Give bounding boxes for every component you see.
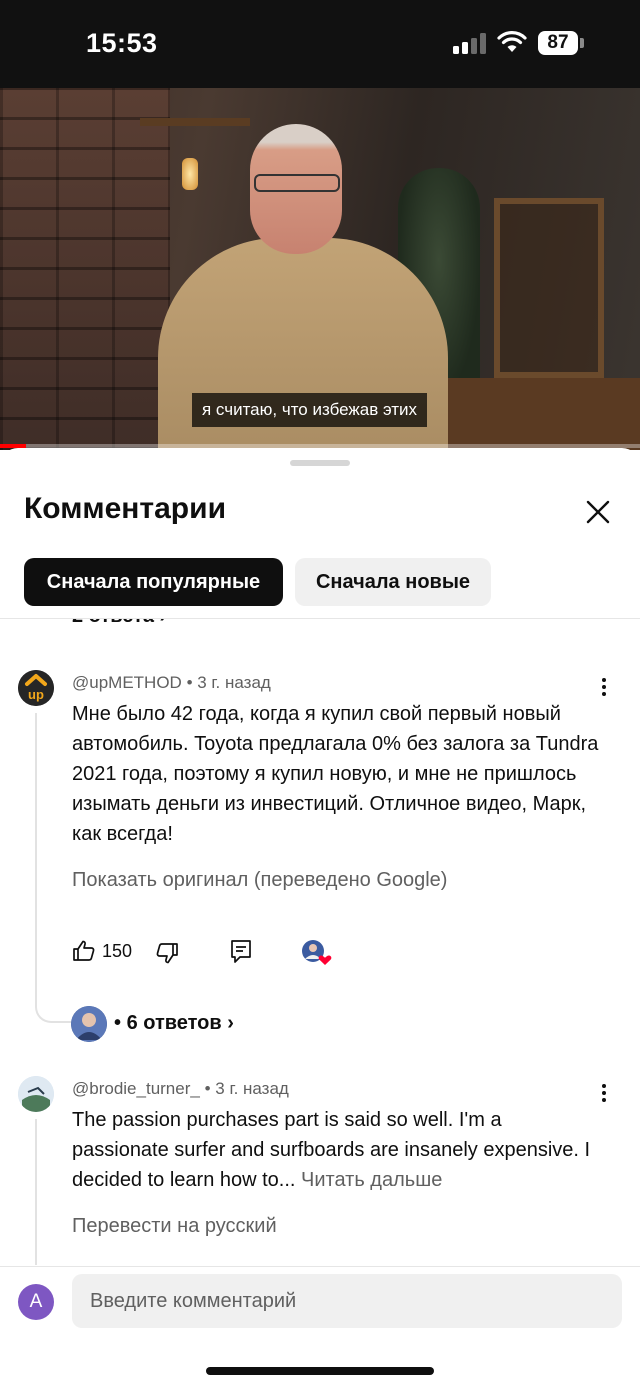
status-bar: 15:53 87 (0, 0, 640, 88)
dislike-icon[interactable] (155, 941, 179, 965)
video-player[interactable]: я считаю, что избежав этих (0, 88, 640, 450)
video-lamp (182, 158, 198, 190)
user-avatar[interactable]: A (18, 1284, 54, 1320)
comment-input[interactable] (72, 1274, 622, 1328)
video-subtitle: я считаю, что избежав этих (192, 393, 428, 427)
battery-tip (580, 38, 584, 48)
wifi-icon (497, 31, 527, 52)
avatar[interactable] (18, 1076, 54, 1112)
read-more-link[interactable]: Читать дальше (301, 1169, 442, 1191)
video-presenter-glasses (254, 174, 340, 192)
video-table (430, 378, 640, 450)
avatar[interactable]: up (18, 670, 54, 706)
thread-line (35, 1119, 37, 1265)
video-background-wall (0, 88, 170, 450)
replies-label: 6 ответов (126, 1012, 222, 1034)
battery-icon: 87 (538, 31, 578, 55)
home-indicator[interactable] (206, 1367, 434, 1375)
comment-age: 3 г. назад (215, 1079, 289, 1098)
show-original-link[interactable]: Показать оригинал (переведено Google) (72, 869, 447, 892)
like-icon[interactable] (72, 939, 96, 963)
status-time: 15:53 (86, 28, 158, 58)
comment-text: Мне было 42 года, когда я купил свой пер… (72, 703, 599, 845)
comments-title: Комментарии (24, 492, 227, 525)
sort-chip-popular[interactable]: Сначала популярные (24, 558, 283, 606)
translate-link[interactable]: Перевести на русский (72, 1215, 277, 1238)
composer-divider (0, 1266, 640, 1267)
comment-author[interactable]: @brodie_turner_ (72, 1079, 200, 1098)
comment-text: The passion purchases part is said so we… (72, 1105, 602, 1195)
video-shelf (140, 118, 250, 126)
creator-heart-icon (301, 939, 333, 972)
comment-meta: @brodie_turner_ • 3 г. назад (72, 1079, 289, 1099)
sort-chip-newest[interactable]: Сначала новые (295, 558, 491, 606)
replies-count-row: • 6 ответов › (114, 1012, 234, 1034)
previous-replies-link[interactable]: 2 ответа › (72, 619, 166, 628)
like-count: 150 (102, 941, 133, 961)
avatar-text: up (28, 687, 44, 702)
signal-icon (453, 32, 489, 54)
comments-list: 2 ответа › up @upMETHOD • 3 г. назад Мне… (0, 619, 640, 1265)
thread-connector (35, 993, 71, 1023)
meta-separator: • (186, 673, 198, 692)
meta-separator: • (204, 1079, 216, 1098)
thread-line (35, 713, 37, 995)
comment-author[interactable]: @upMETHOD (72, 673, 182, 692)
reply-icon[interactable] (229, 938, 253, 964)
sheet-drag-handle[interactable] (290, 460, 350, 466)
comment-age: 3 г. назад (197, 673, 271, 692)
comments-sheet: Комментарии Сначала популярные Сначала н… (0, 448, 640, 1388)
comment-meta: @upMETHOD • 3 г. назад (72, 673, 271, 693)
video-crate (494, 198, 604, 378)
close-icon[interactable] (584, 498, 612, 526)
replies-avatar (71, 1006, 107, 1042)
upmethod-logo-icon: up (18, 670, 54, 706)
previous-replies-label: 2 ответа (72, 619, 154, 627)
